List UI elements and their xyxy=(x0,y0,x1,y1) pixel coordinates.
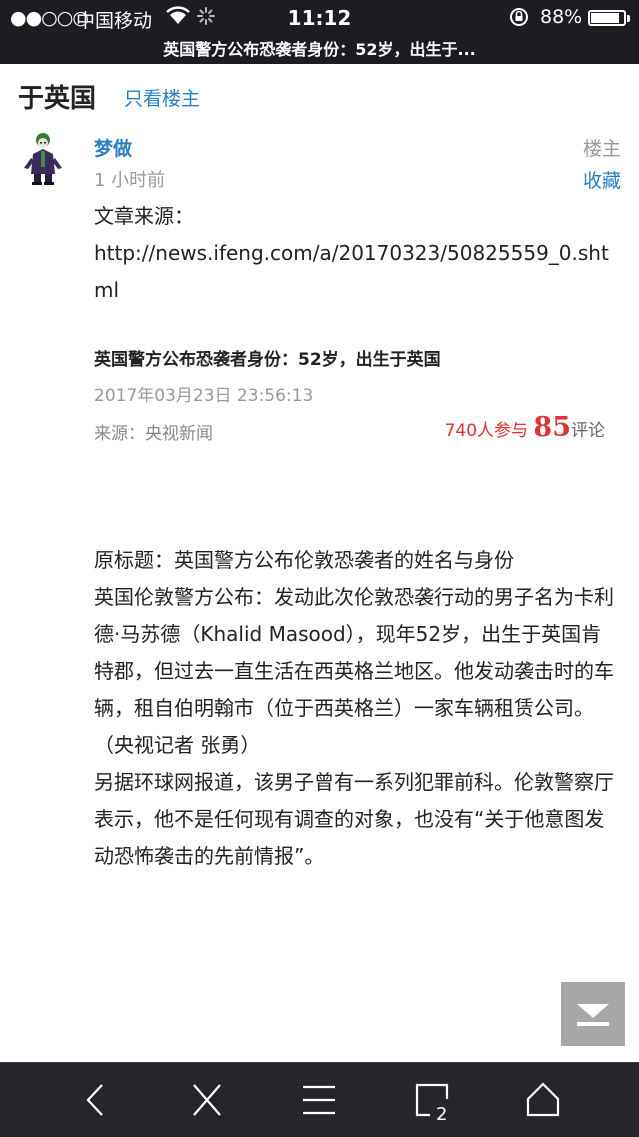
battery-percentage: 88% xyxy=(540,6,583,28)
article-source: 来源：央视新闻 xyxy=(94,424,213,444)
close-icon xyxy=(193,1084,221,1116)
menu-icon xyxy=(303,1085,335,1115)
back-button[interactable] xyxy=(60,1063,130,1137)
article-stats[interactable]: 740人参与 85评论 xyxy=(445,412,605,443)
scroll-to-bottom-button[interactable] xyxy=(561,982,625,1046)
comments-count: 85 xyxy=(533,412,571,443)
author-name[interactable]: 梦做 xyxy=(94,134,132,161)
tabs-icon: 2 xyxy=(415,1083,449,1125)
home-icon xyxy=(526,1082,560,1117)
battery-tip xyxy=(627,15,630,22)
page-title: 英国警方公布恐袭者身份：52岁，出生于... xyxy=(163,40,476,59)
tabs-count: 2 xyxy=(436,1104,447,1125)
status-bar: ●●○○○ 中国移动 11:12 88% 英国警方公布恐袭者身份：52岁，出生于… xyxy=(0,0,639,64)
battery-icon xyxy=(588,10,626,26)
comments-label: 评论 xyxy=(571,421,605,441)
arrow-down-bar-icon xyxy=(577,1004,609,1026)
close-button[interactable] xyxy=(172,1063,242,1137)
tabs-button[interactable]: 2 xyxy=(396,1063,466,1137)
avatar[interactable] xyxy=(20,128,66,186)
menu-button[interactable] xyxy=(284,1063,354,1137)
only-op-link[interactable]: 只看楼主 xyxy=(124,84,200,111)
article-title: 英国警方公布恐袭者身份：52岁，出生于英国 xyxy=(94,350,441,370)
participants-count: 740人参与 xyxy=(444,421,529,441)
favorite-button[interactable]: 收藏 xyxy=(583,166,621,193)
topic-title-cutoff xyxy=(18,60,578,66)
rotation-lock-icon xyxy=(508,6,530,33)
floor-label: 楼主 xyxy=(582,138,621,160)
post-time: 1 小时前 xyxy=(94,170,166,191)
home-button[interactable] xyxy=(508,1063,578,1137)
back-icon xyxy=(86,1084,103,1116)
topic-title: 于英国 xyxy=(18,84,97,114)
source-label: 文章来源： xyxy=(94,204,194,228)
article-body: 原标题：英国警方公布伦敦恐袭者的姓名与身份 英国伦敦警方公布：发动此次伦敦恐袭行… xyxy=(94,548,614,868)
browser-toolbar: 2 xyxy=(0,1062,639,1137)
source-url-link[interactable]: http://news.ifeng.com/a/20170323/5082555… xyxy=(94,235,614,309)
article-date: 2017年03月23日 23:56:13 xyxy=(94,386,314,406)
